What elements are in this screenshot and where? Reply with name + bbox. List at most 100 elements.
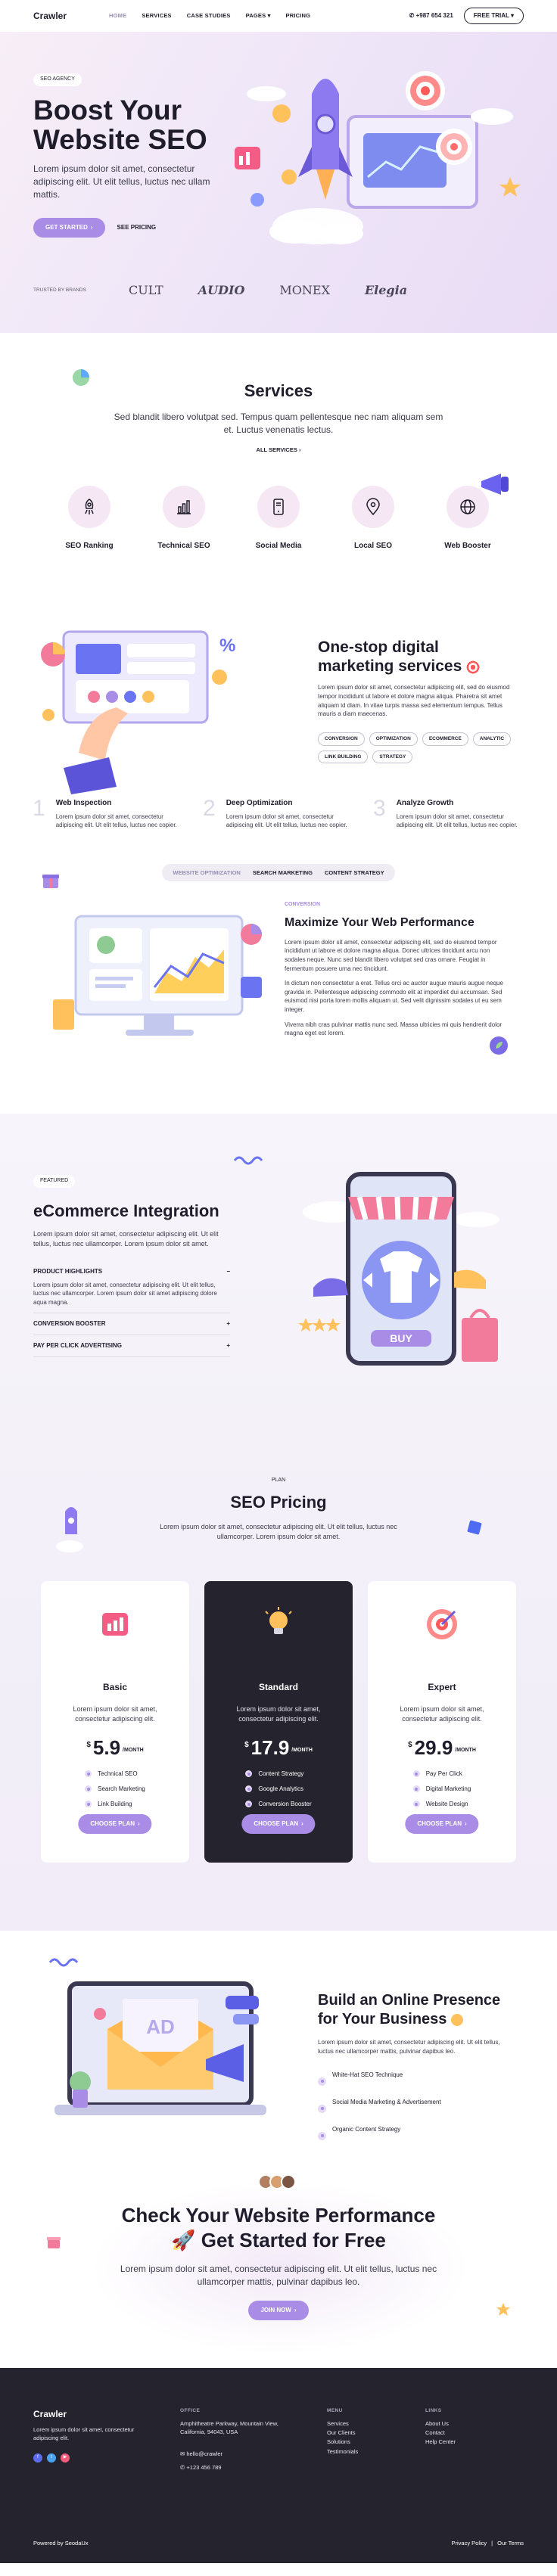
service-item[interactable]: SEO Ranking <box>55 485 123 552</box>
price-currency: $ <box>244 1740 249 1749</box>
hero-copy: SEO AGENCY Boost Your Website SEO Lorem … <box>33 73 230 238</box>
join-now-button[interactable]: JOIN NOW › <box>248 2300 309 2320</box>
accordion-item[interactable]: PAY PER CLICK ADVERTISING + <box>33 1335 230 1358</box>
check-dot-icon <box>318 2131 326 2140</box>
tag[interactable]: ECOMMERCE <box>422 732 468 746</box>
plan-price: $29.9/MONTH <box>368 1738 516 1757</box>
feature-label: Website Design <box>425 1800 468 1807</box>
feature-label: Link Building <box>98 1800 132 1807</box>
one-stop-title: One-stop digital marketing services <box>318 638 522 676</box>
tag[interactable]: CONVERSION <box>318 732 365 746</box>
nav-services[interactable]: SERVICES <box>142 11 171 20</box>
free-trial-button[interactable]: FREE TRIAL ▾ <box>463 8 524 24</box>
twitter-icon[interactable]: t <box>47 2453 56 2463</box>
nav-pricing[interactable]: PRICING <box>286 11 311 20</box>
one-stop-title-line1: One-stop digital <box>318 639 439 656</box>
feature-label: Content Strategy <box>258 1770 304 1777</box>
shop-illustration: BUY <box>298 1172 499 1366</box>
check-label: Social Media Marketing & Advertisement <box>332 2099 441 2106</box>
top-nav: Crawler HOME SERVICES CASE STUDIES PAGES… <box>0 0 557 32</box>
feature-item: Google Analytics <box>245 1785 311 1794</box>
footer-menu-link[interactable]: Our Clients <box>327 2428 403 2437</box>
separator: | <box>491 2540 493 2546</box>
footer-about: Lorem ipsum dolor sit amet, consectetur … <box>33 2426 135 2442</box>
feature-item: Content Strategy <box>245 1770 311 1779</box>
all-services-link[interactable]: ALL SERVICES › <box>0 446 557 454</box>
choose-plan-button[interactable]: CHOOSE PLAN › <box>405 1813 479 1834</box>
facebook-icon[interactable]: f <box>33 2453 42 2463</box>
youtube-icon[interactable]: ▶ <box>61 2453 70 2463</box>
hero-title-line1: Boost Your <box>33 94 182 126</box>
price-currency: $ <box>86 1740 91 1749</box>
plan-price: $5.9/MONTH <box>41 1738 189 1757</box>
collapse-icon[interactable]: − <box>226 1267 230 1276</box>
footer-menu-link[interactable]: Testimonials <box>327 2447 403 2456</box>
brand-elegia: Elegia <box>364 283 408 297</box>
nav-case-studies[interactable]: CASE STUDIES <box>187 11 231 20</box>
chart-card-icon <box>102 1612 128 1636</box>
service-item[interactable]: Social Media <box>244 485 313 552</box>
social-links: f t ▶ <box>33 2453 139 2463</box>
pie-chart-icon <box>73 369 89 386</box>
ecommerce-copy: FEATURED eCommerce Integration Lorem ips… <box>33 1174 230 1358</box>
expand-icon[interactable]: + <box>226 1341 230 1350</box>
footer-link[interactable]: About Us <box>425 2419 501 2428</box>
email-row[interactable]: ✉ hello@crawler <box>180 2450 286 2458</box>
service-label: Local SEO <box>353 541 392 550</box>
choose-plan-label: CHOOSE PLAN <box>254 1819 298 1827</box>
get-started-label: GET STARTED <box>45 223 88 231</box>
service-label: Web Booster <box>444 541 491 550</box>
arrow-right-icon: › <box>294 2306 297 2313</box>
service-item[interactable]: Technical SEO <box>150 485 218 552</box>
tag[interactable]: OPTIMIZATION <box>369 732 418 746</box>
service-item[interactable]: Local SEO <box>339 485 407 552</box>
plan-desc: Lorem ipsum dolor sit amet, consectetur … <box>400 1704 484 1723</box>
accordion-item[interactable]: CONVERSION BOOSTER + <box>33 1313 230 1336</box>
footer-logo[interactable]: Crawler <box>33 2407 139 2421</box>
logo[interactable]: Crawler <box>33 9 67 23</box>
accordion-item[interactable]: PRODUCT HIGHLIGHTS − Lorem ipsum dolor si… <box>33 1261 230 1314</box>
choose-plan-button[interactable]: CHOOSE PLAN › <box>241 1813 316 1834</box>
cta-title: Check Your Website Performance 🚀 Get Sta… <box>0 2203 557 2252</box>
rocket-icon: 🚀 <box>171 2228 196 2251</box>
step-text: Lorem ipsum dolor sit amet, consectetur … <box>396 813 518 829</box>
tab-search-marketing[interactable]: SEARCH MARKETING <box>253 869 313 877</box>
one-stop-copy: One-stop digital marketing services Lore… <box>318 638 522 764</box>
check-dot-icon <box>245 1785 253 1793</box>
phone-link[interactable]: ✆ +987 654 321 <box>409 11 453 20</box>
expand-icon[interactable]: + <box>226 1319 230 1328</box>
choose-plan-button[interactable]: CHOOSE PLAN › <box>78 1813 152 1834</box>
menu-heading: MENU <box>327 2408 343 2413</box>
accordion-title: PAY PER CLICK ADVERTISING <box>33 1342 122 1350</box>
privacy-link[interactable]: Privacy Policy <box>451 2539 487 2547</box>
check-item: Social Media Marketing & Advertisement <box>318 2092 515 2113</box>
tag[interactable]: ANALYTIC <box>472 732 512 746</box>
accordion-title: CONVERSION BOOSTER <box>33 1320 106 1328</box>
tab-website-optimization[interactable]: WEBSITE OPTIMIZATION <box>173 869 240 877</box>
terms-link[interactable]: Our Terms <box>497 2539 524 2547</box>
footer-menu-link[interactable]: Solutions <box>327 2438 403 2446</box>
hero-subtitle: Lorem ipsum dolor sit amet, consectetur … <box>33 163 210 200</box>
build-presence-title: Build an Online Presence for Your Busine… <box>318 1991 515 2029</box>
footer-link[interactable]: Contact <box>425 2428 501 2437</box>
see-pricing-link[interactable]: SEE PRICING <box>117 223 157 232</box>
nav-home[interactable]: HOME <box>109 11 126 20</box>
tag[interactable]: LINK BUILDING <box>318 750 369 764</box>
ecommerce-title: eCommerce Integration <box>33 1201 219 1220</box>
tag[interactable]: STRATEGY <box>372 750 413 764</box>
footer-link[interactable]: Help Center <box>425 2438 501 2446</box>
one-stop-title-line2: marketing services <box>318 657 462 676</box>
all-services-label: ALL SERVICES <box>256 446 297 453</box>
price-period: /MONTH <box>455 1748 476 1754</box>
feature-item: Technical SEO <box>85 1770 145 1779</box>
footer-menu-link[interactable]: Services <box>327 2419 403 2428</box>
nav-pages[interactable]: PAGES ▾ <box>246 11 271 20</box>
trusted-brands: TRUSTED BY BRANDS CULT AUDIO MONEX Elegi… <box>33 281 503 300</box>
ecommerce-eyebrow: FEATURED <box>33 1175 76 1188</box>
tab-content-strategy[interactable]: CONTENT STRATEGY <box>325 869 384 877</box>
target-icon <box>466 660 481 674</box>
one-stop-text: Lorem ipsum dolor sit amet, consectetur … <box>318 684 510 718</box>
phone-row[interactable]: ✆ +123 456 789 <box>180 2463 286 2472</box>
plan-card-basic: Basic Lorem ipsum dolor sit amet, consec… <box>41 1580 189 1863</box>
get-started-button[interactable]: GET STARTED › <box>33 217 105 238</box>
